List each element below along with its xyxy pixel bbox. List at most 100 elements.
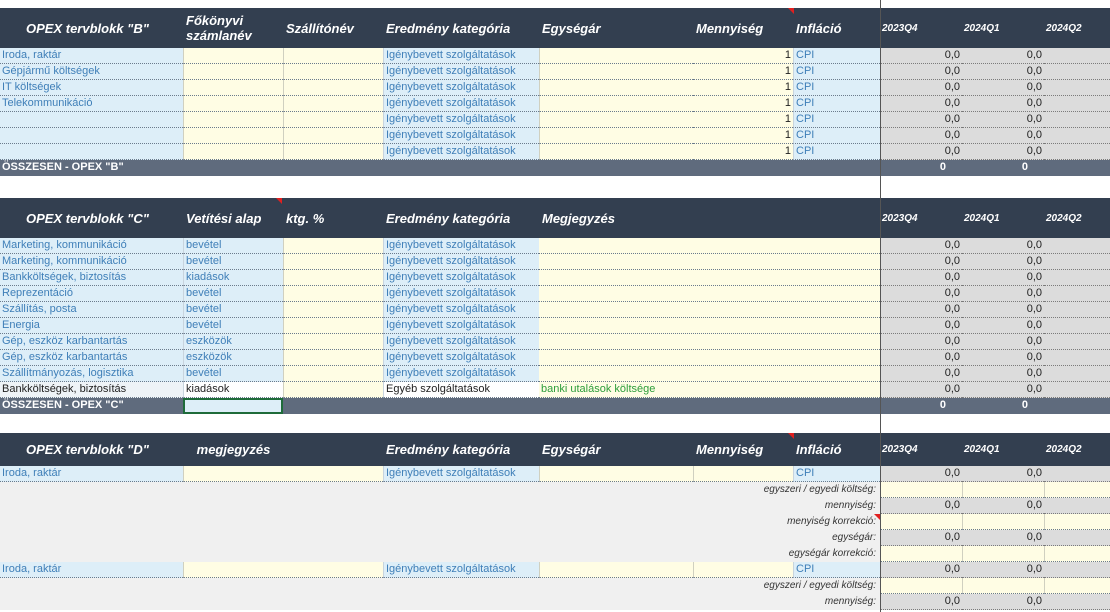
cost-percent-cell[interactable] (283, 350, 383, 366)
category-cell[interactable]: Igénybevett szolgáltatások (383, 64, 539, 80)
value-q4-cell[interactable]: 0,0 (880, 466, 962, 482)
note-cell[interactable] (539, 254, 880, 270)
value-q2-cell[interactable] (1044, 96, 1110, 112)
value-q4-cell[interactable]: 0,0 (880, 96, 962, 112)
sub-value-cell[interactable]: 0,0 (880, 594, 962, 610)
value-q4-cell[interactable]: 0,0 (880, 144, 962, 160)
item-name-cell[interactable]: Reprezentáció (0, 286, 183, 302)
note-cell[interactable] (183, 466, 383, 482)
item-name-cell[interactable]: Iroda, raktár (0, 48, 183, 64)
value-q1-cell[interactable]: 0,0 (962, 48, 1044, 64)
value-q1-cell[interactable]: 0,0 (962, 64, 1044, 80)
category-cell[interactable]: Igénybevett szolgáltatások (383, 334, 539, 350)
inflation-cell[interactable]: CPI (793, 562, 880, 578)
item-name-cell[interactable]: Gép, eszköz karbantartás (0, 334, 183, 350)
sub-value-cell[interactable] (962, 482, 1044, 498)
category-cell[interactable]: Igénybevett szolgáltatások (383, 318, 539, 334)
value-q4-cell[interactable]: 0,0 (880, 238, 962, 254)
sub-value-cell[interactable] (1044, 482, 1110, 498)
note-cell[interactable] (539, 302, 880, 318)
supplier-cell[interactable] (283, 112, 383, 128)
sub-value-cell[interactable] (1044, 498, 1110, 514)
value-q2-cell[interactable] (1044, 366, 1110, 382)
value-q2-cell[interactable] (1044, 466, 1110, 482)
category-cell[interactable]: Igénybevett szolgáltatások (383, 96, 539, 112)
value-q1-cell[interactable]: 0,0 (962, 128, 1044, 144)
comment-indicator-icon[interactable] (788, 8, 794, 14)
value-q2-cell[interactable] (1044, 238, 1110, 254)
note-cell[interactable] (539, 238, 880, 254)
note-cell[interactable] (539, 334, 880, 350)
category-cell[interactable]: Igénybevett szolgáltatások (383, 286, 539, 302)
value-q2-cell[interactable] (1044, 318, 1110, 334)
comment-indicator-icon[interactable] (788, 433, 794, 439)
selected-cell[interactable] (183, 398, 283, 414)
item-name-cell[interactable]: Szállítmányozás, logisztika (0, 366, 183, 382)
quantity-cell[interactable] (693, 466, 793, 482)
sub-value-cell[interactable] (1044, 578, 1110, 594)
value-q4-cell[interactable]: 0,0 (880, 318, 962, 334)
value-q4-cell[interactable]: 0,0 (880, 254, 962, 270)
value-q4-cell[interactable]: 0,0 (880, 64, 962, 80)
sub-value-cell[interactable] (1044, 546, 1110, 562)
inflation-cell[interactable]: CPI (793, 112, 880, 128)
value-q1-cell[interactable]: 0,0 (962, 562, 1044, 578)
supplier-cell[interactable] (283, 96, 383, 112)
item-name-cell[interactable]: Bankköltségek, biztosítás (0, 270, 183, 286)
unit-price-cell[interactable] (539, 128, 693, 144)
item-name-cell[interactable]: Bankköltségek, biztosítás (0, 382, 183, 398)
value-q2-cell[interactable] (1044, 64, 1110, 80)
sub-value-cell[interactable] (1044, 530, 1110, 546)
inflation-cell[interactable]: CPI (793, 48, 880, 64)
item-name-cell[interactable]: Marketing, kommunikáció (0, 238, 183, 254)
note-cell[interactable] (539, 270, 880, 286)
value-q2-cell[interactable] (1044, 302, 1110, 318)
item-name-cell[interactable] (0, 128, 183, 144)
sub-value-cell[interactable] (962, 546, 1044, 562)
cost-percent-cell[interactable] (283, 238, 383, 254)
unit-price-cell[interactable] (539, 80, 693, 96)
value-q2-cell[interactable] (1044, 112, 1110, 128)
unit-price-cell[interactable] (539, 562, 693, 578)
cost-percent-cell[interactable] (283, 366, 383, 382)
inflation-cell[interactable]: CPI (793, 128, 880, 144)
allocation-base-cell[interactable]: bevétel (183, 254, 283, 270)
item-name-cell[interactable]: Gépjármű költségek (0, 64, 183, 80)
value-q1-cell[interactable]: 0,0 (962, 382, 1044, 398)
supplier-cell[interactable] (283, 128, 383, 144)
ledger-account-cell[interactable] (183, 128, 283, 144)
value-q1-cell[interactable]: 0,0 (962, 96, 1044, 112)
category-cell[interactable]: Igénybevett szolgáltatások (383, 466, 539, 482)
category-cell[interactable]: Igénybevett szolgáltatások (383, 238, 539, 254)
quantity-cell[interactable]: 1 (693, 96, 793, 112)
value-q2-cell[interactable] (1044, 286, 1110, 302)
cost-percent-cell[interactable] (283, 382, 383, 398)
note-cell[interactable] (539, 366, 880, 382)
category-cell[interactable]: Egyéb szolgáltatások (383, 382, 539, 398)
value-q1-cell[interactable]: 0,0 (962, 302, 1044, 318)
value-q1-cell[interactable]: 0,0 (962, 144, 1044, 160)
item-name-cell[interactable] (0, 144, 183, 160)
value-q4-cell[interactable]: 0,0 (880, 366, 962, 382)
category-cell[interactable]: Igénybevett szolgáltatások (383, 302, 539, 318)
ledger-account-cell[interactable] (183, 96, 283, 112)
item-name-cell[interactable]: Marketing, kommunikáció (0, 254, 183, 270)
inflation-cell[interactable]: CPI (793, 144, 880, 160)
sub-value-cell[interactable] (962, 578, 1044, 594)
allocation-base-cell[interactable]: bevétel (183, 318, 283, 334)
value-q4-cell[interactable]: 0,0 (880, 112, 962, 128)
allocation-base-cell[interactable]: eszközök (183, 350, 283, 366)
comment-indicator-icon[interactable] (276, 198, 282, 204)
value-q4-cell[interactable]: 0,0 (880, 334, 962, 350)
ledger-account-cell[interactable] (183, 144, 283, 160)
unit-price-cell[interactable] (539, 144, 693, 160)
value-q2-cell[interactable] (1044, 382, 1110, 398)
quantity-cell[interactable]: 1 (693, 144, 793, 160)
item-name-cell[interactable]: Iroda, raktár (0, 562, 183, 578)
item-name-cell[interactable]: Iroda, raktár (0, 466, 183, 482)
value-q4-cell[interactable]: 0,0 (880, 286, 962, 302)
item-name-cell[interactable]: Energia (0, 318, 183, 334)
supplier-cell[interactable] (283, 80, 383, 96)
cost-percent-cell[interactable] (283, 302, 383, 318)
value-q1-cell[interactable]: 0,0 (962, 318, 1044, 334)
